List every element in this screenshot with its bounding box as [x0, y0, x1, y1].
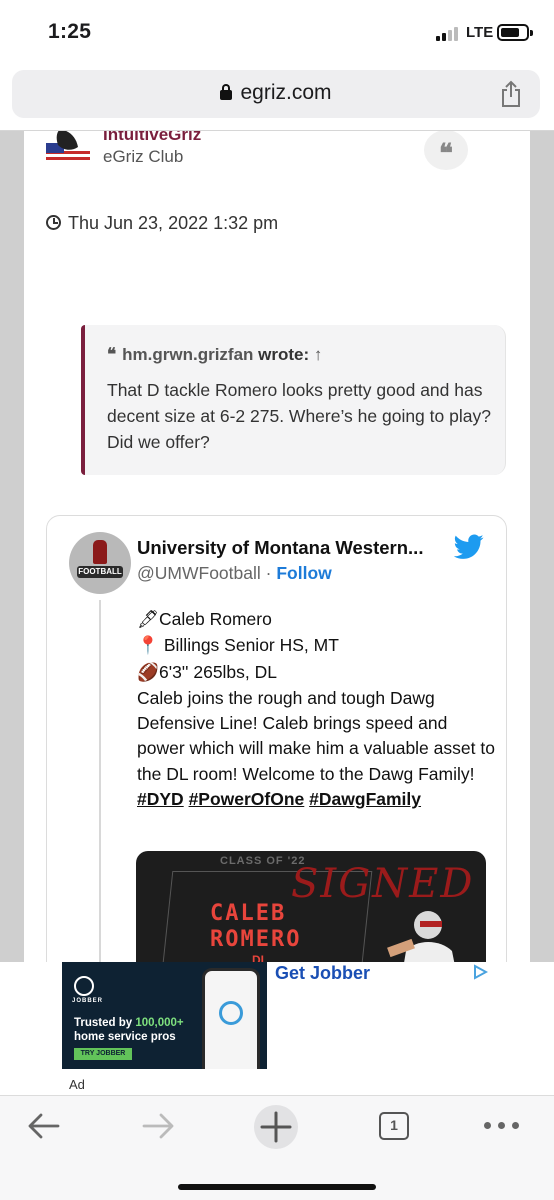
- quote-author[interactable]: hm.grwn.grizfan: [122, 345, 253, 364]
- ad-title[interactable]: Get Jobber: [275, 963, 370, 984]
- post-date: Thu Jun 23, 2022 1:32 pm: [46, 213, 278, 234]
- ad-headline: Trusted by 100,000+ home service pros: [74, 1017, 184, 1043]
- follow-link[interactable]: Follow: [276, 563, 331, 583]
- plus-icon: [260, 1111, 292, 1143]
- quote-header: ❝ hm.grwn.grizfan wrote: ↑: [107, 345, 322, 365]
- thread-line: [99, 600, 101, 962]
- football-icon: 🏈: [137, 662, 159, 683]
- author-rank: eGriz Club: [103, 147, 184, 166]
- clock-icon: [46, 215, 61, 230]
- tweet-handle-row: @UMWFootball · Follow: [137, 563, 332, 584]
- pin-icon: 📍: [137, 636, 159, 657]
- quoted-post: ❝ hm.grwn.grizfan wrote: ↑ That D tackle …: [81, 325, 506, 475]
- tab-switcher-button[interactable]: 1: [379, 1112, 409, 1140]
- embedded-tweet[interactable]: FOOTBALL University of Montana Western..…: [46, 515, 507, 962]
- cellular-signal-icon: [436, 26, 462, 41]
- player-photo: [387, 911, 455, 962]
- more-options-icon[interactable]: [484, 1122, 520, 1130]
- ad-brand: JOBBER: [72, 998, 104, 1004]
- tweet-handle[interactable]: @UMWFootball: [137, 563, 261, 583]
- page-gutter-right: [530, 131, 554, 962]
- url-text: egriz.com: [240, 81, 332, 104]
- tweet-line: 🏈6'3'' 265lbs, DL: [137, 660, 497, 686]
- ad-image[interactable]: JOBBER Trusted by 100,000+ home service …: [62, 962, 267, 1069]
- forward-arrow-icon[interactable]: [142, 1112, 176, 1140]
- tweet-media-image[interactable]: CLASS OF '22 SIGNED CALEB ROMERO DL: [136, 851, 486, 962]
- post-date-text: Thu Jun 23, 2022 1:32 pm: [68, 213, 279, 233]
- hashtag-link[interactable]: #PowerOfOne: [189, 789, 305, 809]
- ad-choices-icon[interactable]: [472, 964, 488, 980]
- avatar-text: FOOTBALL: [77, 566, 123, 578]
- ad-label: Ad: [69, 1077, 85, 1092]
- user-avatar[interactable]: [46, 130, 90, 165]
- share-icon[interactable]: [500, 80, 522, 108]
- lock-icon: [220, 84, 233, 100]
- twitter-bird-icon[interactable]: [454, 534, 484, 560]
- address-bar[interactable]: egriz.com: [12, 70, 540, 118]
- page-gutter-left: [0, 131, 24, 962]
- tweet-line: 📍 Billings Senior HS, MT: [137, 633, 497, 659]
- media-player-name: CALEB ROMERO: [210, 901, 302, 952]
- quote-icon: ❝: [107, 345, 117, 365]
- media-position: DL: [252, 953, 268, 962]
- forum-post: IntuitiveGriz eGriz Club ❝ Thu Jun 23, 2…: [24, 131, 530, 962]
- battery-icon: [497, 24, 533, 41]
- pen-icon: 🖋: [137, 610, 160, 630]
- quote-text: That D tackle Romero looks pretty good a…: [107, 380, 491, 452]
- browser-toolbar: 1: [0, 1095, 554, 1200]
- tweet-avatar[interactable]: FOOTBALL: [69, 532, 131, 594]
- handle-separator: ·: [265, 563, 272, 583]
- back-arrow-icon[interactable]: [26, 1112, 60, 1140]
- advertisement[interactable]: JOBBER Trusted by 100,000+ home service …: [0, 962, 554, 1095]
- tweet-body: Caleb joins the rough and tough Dawg Def…: [137, 687, 495, 784]
- home-indicator[interactable]: [178, 1184, 376, 1190]
- hashtag-link[interactable]: #DawgFamily: [309, 789, 421, 809]
- jobber-logo-icon: [74, 976, 94, 996]
- tweet-text: 🖋Caleb Romero 📍 Billings Senior HS, MT 🏈…: [137, 607, 497, 812]
- phone-mockup: [202, 968, 260, 1069]
- jump-to-post-arrow-icon[interactable]: ↑: [314, 345, 323, 364]
- quote-wrote-label: wrote:: [258, 345, 310, 364]
- web-page: IntuitiveGriz eGriz Club ❝ Thu Jun 23, 2…: [0, 130, 554, 962]
- network-type: LTE: [466, 24, 494, 41]
- tweet-hashtags: #DYD #PowerOfOne #DawgFamily: [137, 787, 497, 812]
- status-bar: 1:25 LTE: [0, 0, 554, 66]
- hashtag-link[interactable]: #DYD: [137, 789, 184, 809]
- tweet-display-name[interactable]: University of Montana Western...: [137, 537, 423, 559]
- quote-reply-button[interactable]: ❝: [424, 131, 468, 170]
- post-author[interactable]: IntuitiveGriz: [103, 131, 201, 145]
- tweet-line: 🖋Caleb Romero: [137, 607, 497, 633]
- ad-cta-button[interactable]: TRY JOBBER: [74, 1048, 132, 1060]
- status-time: 1:25: [48, 20, 92, 43]
- new-tab-button[interactable]: [254, 1105, 298, 1149]
